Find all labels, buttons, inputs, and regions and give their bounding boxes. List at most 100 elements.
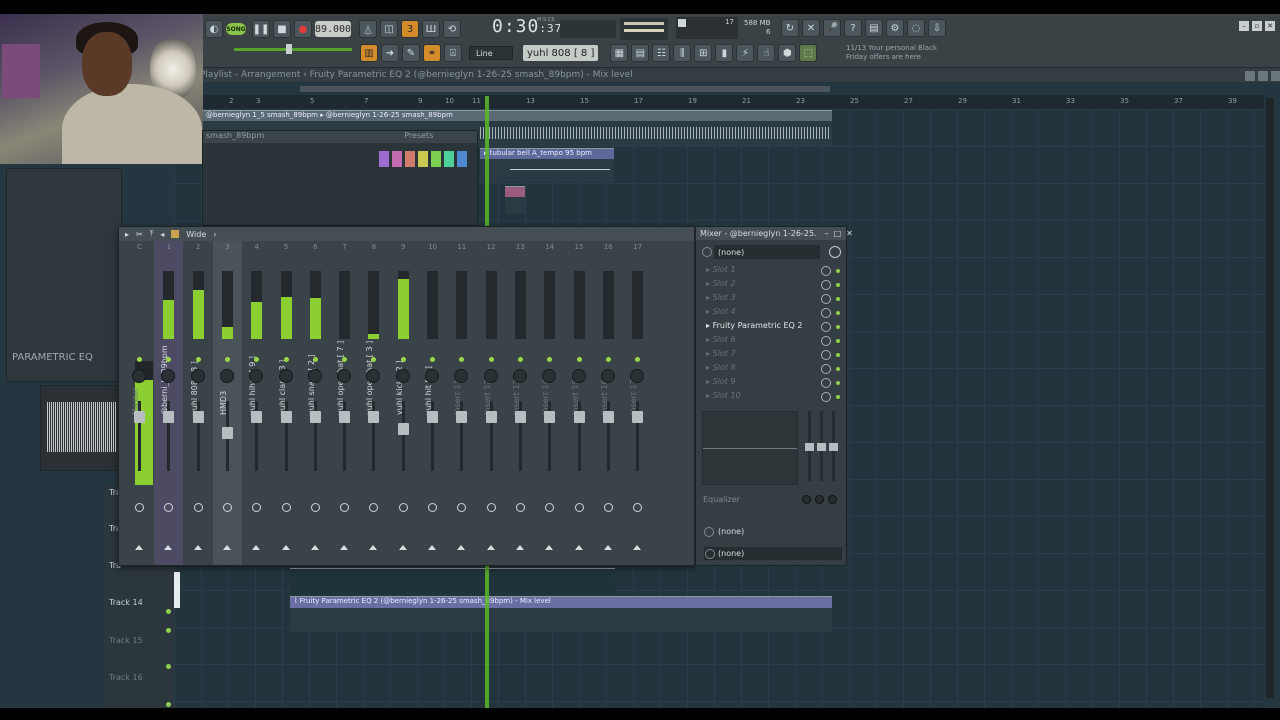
- refresh-icon[interactable]: ↻: [781, 19, 799, 37]
- microphone-icon[interactable]: 🎤: [823, 19, 841, 37]
- playlist-maximize-icon[interactable]: [1258, 71, 1268, 81]
- slot-enable-led[interactable]: [836, 311, 840, 315]
- timeline-ruler[interactable]: 2 3 5 7 9 10 11 13 15 17 19 21 23 25 27 29 31 33 35 37 39: [202, 95, 1264, 109]
- download-icon[interactable]: ⇩: [928, 19, 946, 37]
- send-arrow-icon[interactable]: [574, 545, 583, 550]
- mixer-strip[interactable]: 7 yuhl open hat [ 7 ]: [330, 241, 359, 565]
- browser-icon[interactable]: ⊞: [694, 44, 713, 62]
- view-playlist-icon[interactable]: ▦: [610, 44, 629, 62]
- send-arrow-icon[interactable]: [428, 545, 436, 550]
- route-button[interactable]: [574, 503, 584, 512]
- slot-enable-led[interactable]: [836, 283, 840, 287]
- minimize-icon[interactable]: –: [1239, 21, 1249, 31]
- step-edit-icon[interactable]: Ш: [422, 20, 440, 38]
- send-arrow-icon[interactable]: [310, 545, 319, 550]
- master-volume-slider[interactable]: [234, 44, 352, 54]
- plugin-database-icon[interactable]: ▮: [715, 44, 734, 62]
- track-14-label[interactable]: Track 14: [109, 598, 143, 607]
- audio-clip[interactable]: [505, 186, 525, 214]
- effect-slot[interactable]: ▸ Slot 9: [706, 377, 840, 389]
- eq-knobs[interactable]: [802, 495, 837, 504]
- slot-mix-knob[interactable]: [821, 336, 831, 346]
- slot-mix-knob[interactable]: [821, 392, 831, 402]
- volume-fader[interactable]: [339, 411, 351, 423]
- track-mute-led[interactable]: [166, 664, 171, 669]
- send-arrow-icon[interactable]: [281, 545, 290, 550]
- pan-knob[interactable]: [337, 369, 352, 383]
- route-button[interactable]: [340, 503, 350, 512]
- mixer-strip[interactable]: 10 yuhl hit [ 1 ]: [418, 241, 447, 565]
- pan-knob[interactable]: [600, 369, 615, 383]
- pan-knob[interactable]: [512, 369, 527, 383]
- mixer-strip[interactable]: 13 Insert 13: [506, 241, 535, 565]
- eq-faders[interactable]: [804, 411, 844, 485]
- effect-slot[interactable]: ▸ Slot 2: [706, 279, 840, 291]
- horizontal-scrollbar[interactable]: [300, 86, 830, 92]
- volume-fader[interactable]: [632, 411, 644, 423]
- maximize-icon[interactable]: □: [834, 229, 842, 238]
- track-15-label[interactable]: Track 15: [109, 636, 143, 645]
- pin-icon[interactable]: ⤒: [150, 229, 154, 239]
- mixer-strip[interactable]: 16 Insert 16: [594, 241, 623, 565]
- volume-fader[interactable]: [427, 411, 438, 423]
- mute-led[interactable]: [224, 357, 230, 362]
- send-arrow-icon[interactable]: [545, 545, 554, 550]
- mute-led[interactable]: [576, 357, 582, 362]
- send-arrow-icon[interactable]: [164, 545, 173, 550]
- slot-mix-knob[interactable]: [821, 294, 831, 304]
- eq-plugin-window[interactable]: smash_89bpm Presets: [202, 130, 478, 226]
- route-button[interactable]: [222, 503, 232, 512]
- mixer-strip[interactable]: 15 Insert 15: [565, 241, 594, 565]
- band-buttons[interactable]: [379, 151, 467, 167]
- track-mute-led[interactable]: [166, 702, 171, 707]
- plugin-icon[interactable]: ⚙: [886, 19, 904, 37]
- volume-fader[interactable]: [280, 411, 292, 423]
- mute-led[interactable]: [283, 357, 289, 362]
- volume-fader[interactable]: [192, 411, 204, 423]
- effect-slot[interactable]: ▸ Slot 10: [706, 391, 840, 403]
- chevron-right-icon[interactable]: ›: [213, 230, 216, 239]
- effect-slot[interactable]: ▸ Slot 1: [706, 265, 840, 277]
- mute-led[interactable]: [430, 357, 435, 362]
- metronome-icon[interactable]: ⏃: [359, 20, 377, 38]
- effect-slot[interactable]: ▸ Slot 8: [706, 363, 840, 375]
- playlist-minimize-icon[interactable]: [1245, 71, 1255, 81]
- send-arrow-icon[interactable]: [252, 545, 261, 550]
- mute-led[interactable]: [635, 357, 641, 362]
- route-button[interactable]: [310, 503, 320, 512]
- help-icon[interactable]: ?: [844, 19, 862, 37]
- slot-mix-knob[interactable]: [821, 280, 831, 290]
- volume-fader[interactable]: [573, 411, 585, 423]
- mixer-icon[interactable]: ✕: [802, 19, 820, 37]
- shop-icon[interactable]: ⬚: [799, 44, 818, 62]
- route-button[interactable]: [281, 503, 291, 512]
- send-select[interactable]: (none): [718, 527, 744, 536]
- track-16-label[interactable]: Track 16: [109, 673, 143, 682]
- mixer-strip[interactable]: 12 Insert 12: [477, 241, 506, 565]
- mute-led[interactable]: [371, 357, 377, 362]
- slot-enable-led[interactable]: [836, 339, 840, 343]
- mute-led[interactable]: [342, 357, 348, 362]
- slot-mix-knob[interactable]: [821, 322, 831, 332]
- volume-fader[interactable]: [602, 411, 614, 423]
- vertical-scrollbar[interactable]: [1266, 98, 1274, 698]
- volume-fader[interactable]: [514, 411, 526, 423]
- mixer-strip[interactable]: 6 yuhl snare [ 2 ]: [301, 241, 330, 565]
- slot-mix-knob[interactable]: [821, 266, 831, 276]
- pattern-select[interactable]: yuhl 808 [ 8 ]: [523, 45, 599, 61]
- menu-icon[interactable]: ◐: [205, 20, 223, 38]
- pan-knob[interactable]: [219, 369, 234, 383]
- mixer-strip[interactable]: 14 Insert 14: [535, 241, 564, 565]
- pan-knob[interactable]: [249, 369, 264, 383]
- pan-knob[interactable]: [366, 369, 381, 383]
- slot-mix-knob[interactable]: [821, 308, 831, 318]
- mixer-strip[interactable]: 1@berni_h_89bpm: [154, 241, 184, 565]
- view-mode-label[interactable]: Wide: [186, 230, 206, 239]
- song-mode-button[interactable]: SONG: [226, 23, 246, 35]
- pencil-icon[interactable]: ✎: [402, 44, 420, 62]
- slot-mix-knob[interactable]: [821, 350, 831, 360]
- minimize-icon[interactable]: –: [825, 229, 829, 238]
- mute-led[interactable]: [312, 357, 318, 362]
- volume-fader[interactable]: [544, 411, 556, 423]
- link-icon[interactable]: ⚭: [423, 44, 441, 62]
